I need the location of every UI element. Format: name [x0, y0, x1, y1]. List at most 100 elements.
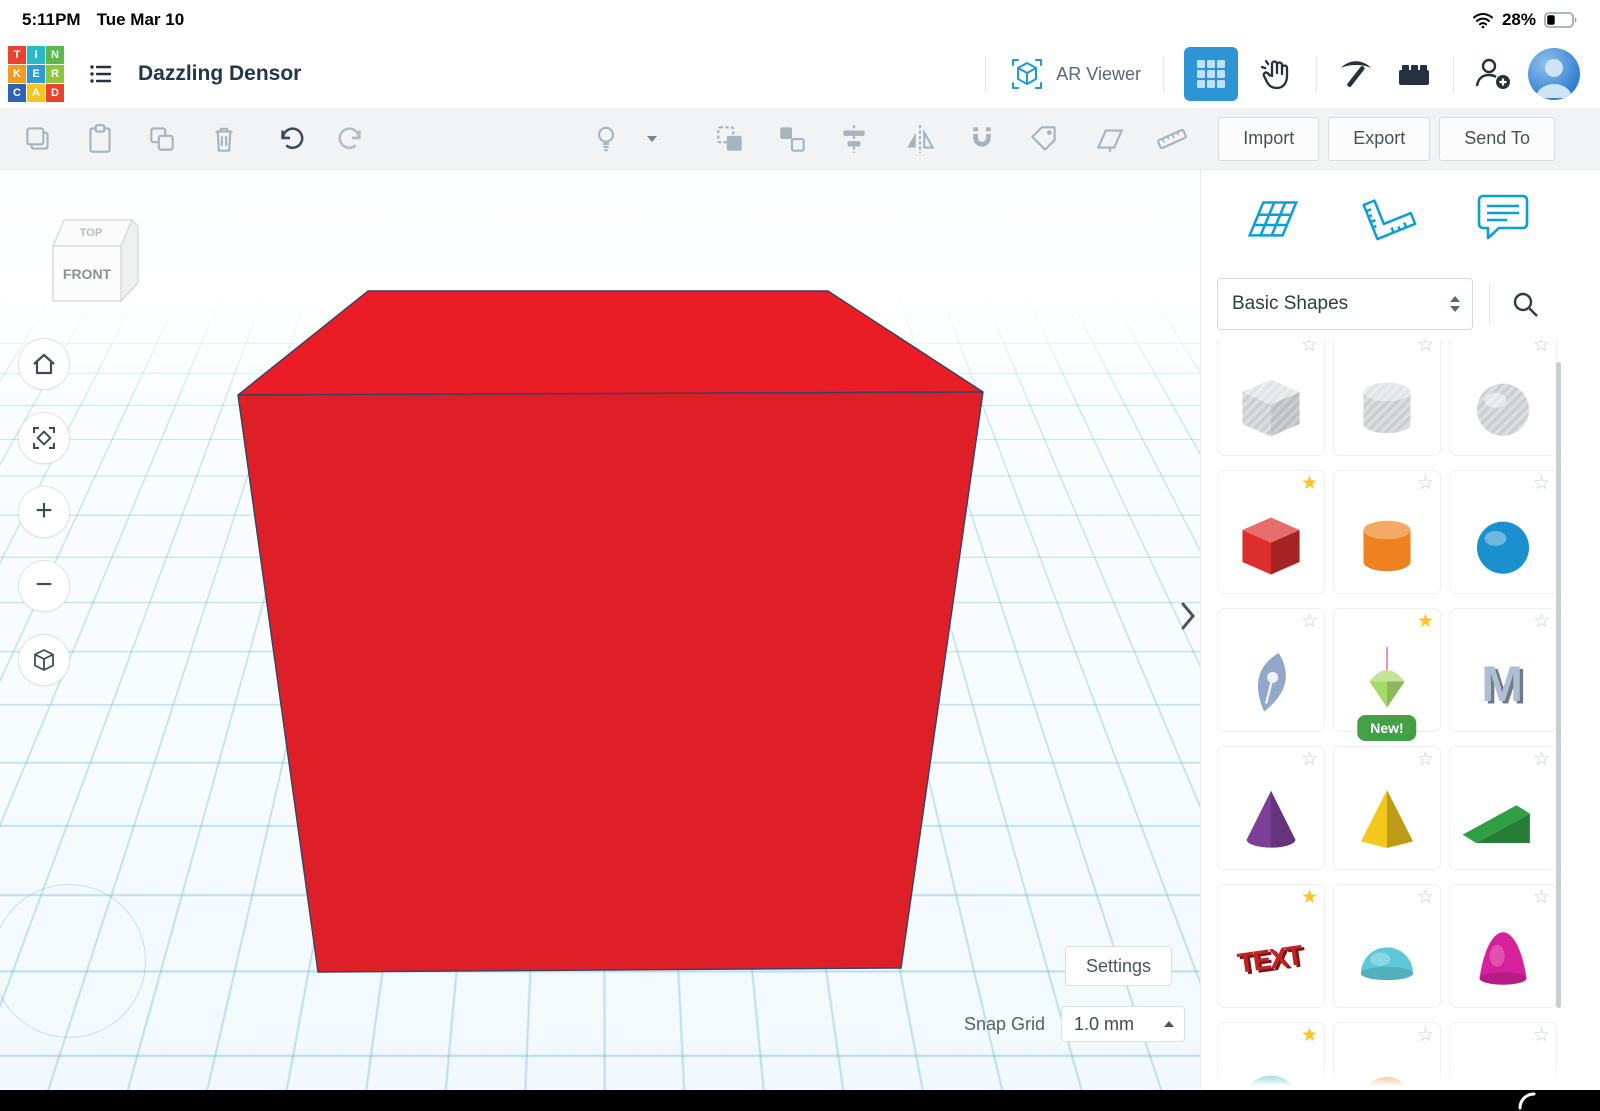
shape-tile-top[interactable]: ★New! [1333, 608, 1441, 732]
redo-icon[interactable] [334, 121, 370, 157]
favorite-star-icon[interactable]: ☆ [1301, 748, 1318, 771]
logo-tile: K [8, 65, 26, 83]
workplane-icon[interactable] [1092, 121, 1128, 157]
duplicate-icon[interactable] [144, 121, 180, 157]
bricks-mode-button[interactable] [1390, 50, 1438, 98]
logo-tile: R [46, 65, 64, 83]
hole-box-shape [1229, 366, 1313, 455]
ruler-icon[interactable] [1154, 121, 1190, 157]
favorite-star-icon[interactable]: ☆ [1417, 748, 1434, 771]
workplane-helper-button[interactable] [1240, 188, 1302, 246]
shape-search-button[interactable] [1504, 283, 1546, 325]
ungroup-icon[interactable] [774, 121, 810, 157]
favorite-star-icon[interactable]: ☆ [1417, 886, 1434, 909]
zoom-out-button[interactable]: − [18, 560, 70, 612]
favorite-star-icon[interactable]: ★ [1301, 886, 1318, 909]
design-menu-icon[interactable] [88, 61, 114, 87]
show-all-caret[interactable] [634, 121, 670, 157]
settings-button[interactable]: Settings [1065, 946, 1172, 986]
favorite-star-icon[interactable]: ☆ [1533, 748, 1550, 771]
favorite-star-icon[interactable]: ★ [1301, 472, 1318, 495]
half-sphere-shape [1345, 918, 1429, 1007]
shape-gallery-scroll-area[interactable]: ☆☆☆★☆☆☆★New!☆MM☆☆☆★TEXTTEXT☆☆★☆☆ [1217, 340, 1561, 1090]
shape-tile-ring[interactable]: ★ [1217, 1022, 1325, 1090]
shape-tile-hole-box[interactable]: ☆ [1217, 340, 1325, 456]
export-button[interactable]: Export [1328, 117, 1430, 161]
delete-icon[interactable] [206, 121, 242, 157]
panel-scrollbar-thumb[interactable] [1556, 362, 1561, 1008]
editor-mode-button[interactable] [1184, 47, 1238, 101]
favorite-star-icon[interactable]: ☆ [1533, 340, 1550, 357]
shape-tile-scribble[interactable]: ☆ [1217, 608, 1325, 732]
shape-tile-letter[interactable]: ☆MM [1449, 608, 1557, 732]
group-icon[interactable] [712, 121, 748, 157]
shape-tile-hole-sphere[interactable]: ☆ [1449, 340, 1557, 456]
paint-icon[interactable] [1026, 121, 1062, 157]
shape-tile-cone[interactable]: ☆ [1217, 746, 1325, 870]
3d-viewport[interactable]: TOP FRONT + − Settings [0, 170, 1200, 1090]
shape-tile-pyramid[interactable]: ☆ [1333, 746, 1441, 870]
box-shape [1229, 504, 1313, 593]
ruler-helper-button[interactable] [1356, 188, 1418, 246]
user-avatar[interactable] [1528, 48, 1580, 100]
undo-icon[interactable] [272, 121, 308, 157]
red-box-object[interactable] [0, 170, 1200, 1090]
text3d-shape: TEXTTEXT [1229, 918, 1313, 1007]
shape-tile-roof[interactable]: ☆ [1449, 746, 1557, 870]
favorite-star-icon[interactable]: ☆ [1533, 1024, 1550, 1047]
mirror-icon[interactable] [902, 121, 938, 157]
group-icon-cluster [712, 121, 872, 157]
tinkercad-logo[interactable]: TINKERCAD [8, 46, 64, 102]
magnet-icon[interactable] [964, 121, 1000, 157]
import-button[interactable]: Import [1218, 117, 1319, 161]
fit-view-button[interactable] [18, 412, 70, 464]
perspective-toggle-button[interactable] [18, 634, 70, 686]
shape-tile-hole-cylinder[interactable]: ☆ [1333, 340, 1441, 456]
favorite-star-icon[interactable]: ☆ [1417, 472, 1434, 495]
send-to-button[interactable]: Send To [1439, 117, 1555, 161]
home-icon [31, 351, 57, 377]
view-cube-front-label[interactable]: FRONT [63, 266, 112, 282]
shape-tile-tube[interactable]: ☆ [1333, 1022, 1441, 1090]
shape-tile-cylinder[interactable]: ☆ [1333, 470, 1441, 594]
notes-bubble-icon [1473, 188, 1533, 246]
favorite-star-icon[interactable]: ☆ [1301, 340, 1318, 357]
clipboard-icon-group [20, 121, 242, 157]
blocks-mode-button[interactable] [1332, 50, 1380, 98]
panel-collapse-handle[interactable] [1178, 588, 1198, 644]
shape-tile-text3d[interactable]: ★ TEXTTEXT [1217, 884, 1325, 1008]
battery-percent: 28% [1502, 10, 1536, 30]
align-icon[interactable] [836, 121, 872, 157]
shape-tile-prism[interactable]: ☆ [1449, 1022, 1557, 1090]
notes-button[interactable] [1473, 188, 1533, 246]
logo-tile: I [27, 46, 45, 64]
home-view-button[interactable] [18, 338, 70, 390]
shape-tile-half-sphere[interactable]: ☆ [1333, 884, 1441, 1008]
paste-icon[interactable] [82, 121, 118, 157]
logo-tile: E [27, 65, 45, 83]
copy-icon[interactable] [20, 121, 56, 157]
favorite-star-icon[interactable]: ☆ [1533, 472, 1550, 495]
view-cube[interactable]: TOP FRONT [28, 206, 146, 308]
favorite-star-icon[interactable]: ☆ [1417, 1024, 1434, 1047]
view-cube-top-label[interactable]: TOP [80, 227, 102, 239]
favorite-star-icon[interactable]: ☆ [1301, 610, 1318, 633]
favorite-star-icon[interactable]: ★ [1417, 610, 1434, 633]
favorite-star-icon[interactable]: ☆ [1533, 610, 1550, 633]
snap-grid-select[interactable]: 1.0 mm [1061, 1006, 1185, 1042]
logo-tile: A [27, 84, 45, 102]
hand-gesture-button[interactable] [1253, 50, 1301, 98]
zoom-in-button[interactable]: + [18, 486, 70, 538]
ar-viewer-button[interactable]: AR Viewer [996, 55, 1153, 93]
hand-snap-icon [1258, 55, 1296, 93]
grid-tile-icon [1196, 59, 1226, 89]
shape-tile-sphere[interactable]: ☆ [1449, 470, 1557, 594]
share-button[interactable] [1469, 50, 1517, 98]
favorite-star-icon[interactable]: ☆ [1417, 340, 1434, 357]
shape-category-select[interactable]: Basic Shapes [1217, 278, 1473, 330]
show-all-icon[interactable] [588, 121, 624, 157]
shape-tile-box[interactable]: ★ [1217, 470, 1325, 594]
favorite-star-icon[interactable]: ☆ [1533, 886, 1550, 909]
shape-tile-paraboloid[interactable]: ☆ [1449, 884, 1557, 1008]
favorite-star-icon[interactable]: ★ [1301, 1024, 1318, 1047]
